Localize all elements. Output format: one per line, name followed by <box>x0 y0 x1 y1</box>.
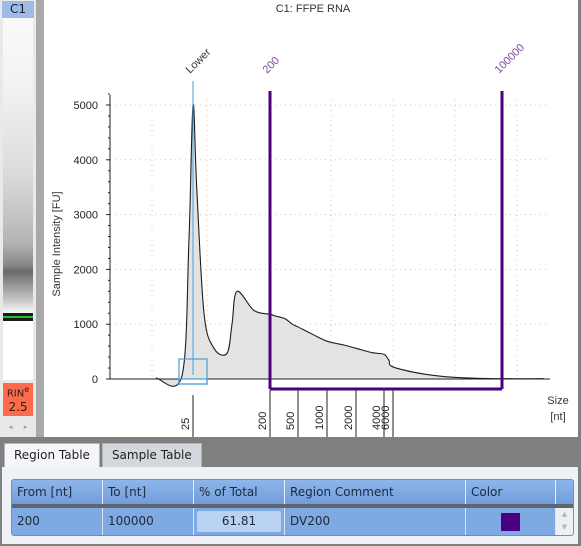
scroll-right-icon[interactable]: ▸ <box>24 423 28 431</box>
col-header-color[interactable]: Color <box>466 480 556 504</box>
x-tick-label: 500 <box>285 412 297 430</box>
cell-pct-total[interactable]: 61.81 <box>194 508 285 535</box>
col-header-pct-total[interactable]: % of Total <box>194 480 285 504</box>
rin-badge: RINe 2.5 <box>3 383 33 416</box>
region-table: From [nt] To [nt] % of Total Region Comm… <box>11 479 574 536</box>
table-vertical-scrollbar[interactable]: ▲ ▼ <box>556 508 573 535</box>
x-tick-label: 200 <box>257 412 269 430</box>
y-tick-label: 3000 <box>74 210 98 222</box>
x-axis-label-unit: [nt] <box>550 411 565 423</box>
trace-line <box>155 103 545 387</box>
rin-superscript: e <box>24 385 30 394</box>
region-end-label: 100000 <box>493 42 527 76</box>
gel-image-strip: C1 RINe 2.5 ◂ ▸ <box>0 0 36 437</box>
col-header-filler <box>556 480 573 504</box>
table-row[interactable]: 200 100000 61.81 DV200 <box>12 508 556 535</box>
scroll-up-icon[interactable]: ▲ <box>556 508 573 521</box>
pct-total-value: 61.81 <box>197 511 281 532</box>
rin-value: 2.5 <box>8 400 28 415</box>
lower-marker-bracket <box>178 378 208 385</box>
tab-region-table[interactable]: Region Table <box>4 443 100 469</box>
table-header: From [nt] To [nt] % of Total Region Comm… <box>12 480 573 504</box>
gel-lane-header[interactable]: C1 <box>2 1 34 18</box>
trace-area <box>156 104 544 387</box>
tab-strip: Region Table Sample Table <box>4 443 204 469</box>
chart-title: C1: FFPE RNA <box>276 3 351 15</box>
rin-label: RIN <box>6 388 25 400</box>
y-tick-label: 1000 <box>74 319 98 331</box>
scroll-down-icon[interactable]: ▼ <box>556 521 573 534</box>
x-tick-label: 6000 <box>380 406 392 430</box>
x-tick-label: 25 <box>180 418 192 430</box>
gel-lane <box>3 18 33 380</box>
bottom-panel: Region Table Sample Table From [nt] To [… <box>0 437 581 546</box>
col-header-from[interactable]: From [nt] <box>12 480 103 504</box>
region-start-label: 200 <box>261 55 282 76</box>
col-header-region-comment[interactable]: Region Comment <box>285 480 466 504</box>
y-tick-label: 2000 <box>74 264 98 276</box>
color-swatch[interactable] <box>500 513 520 531</box>
cell-color[interactable] <box>466 508 556 535</box>
y-tick-label: 4000 <box>74 155 98 167</box>
x-axis-label-size: Size <box>547 395 568 407</box>
y-tick-label: 5000 <box>74 100 98 112</box>
col-header-to[interactable]: To [nt] <box>103 480 194 504</box>
x-tick-label: 1000 <box>314 406 326 430</box>
lower-marker-label: Lower <box>184 46 214 76</box>
splitter[interactable] <box>36 0 44 437</box>
gel-horizontal-scrollbar[interactable]: ◂ ▸ <box>3 420 33 434</box>
gel-lower-marker-line <box>3 316 33 318</box>
tab-sample-table[interactable]: Sample Table <box>101 443 202 467</box>
cell-region-comment[interactable]: DV200 <box>285 508 466 535</box>
region-table-panel: From [nt] To [nt] % of Total Region Comm… <box>2 467 578 544</box>
electropherogram-panel: C1: FFPE RNA Sample Intensity [FU] Size … <box>44 0 578 437</box>
cell-to[interactable]: 100000 <box>103 508 194 535</box>
electropherogram-chart: C1: FFPE RNA Sample Intensity [FU] Size … <box>51 3 569 437</box>
y-axis-label: Sample Intensity [FU] <box>51 191 63 296</box>
x-tick-label: 2000 <box>343 406 355 430</box>
cell-from[interactable]: 200 <box>12 508 103 535</box>
y-tick-label: 0 <box>92 374 98 386</box>
scroll-left-icon[interactable]: ◂ <box>9 423 13 431</box>
